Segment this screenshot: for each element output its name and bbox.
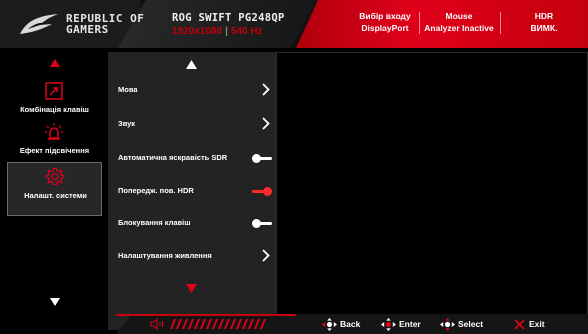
mouse-analyzer-status: Mouse Analyzer Inactive: [414, 10, 504, 34]
sidebar-down-arrow-icon[interactable]: [50, 298, 60, 306]
sidebar-item-label: Налашт. системи: [24, 191, 87, 200]
hdr-status: HDR ВИМК.: [516, 10, 572, 34]
enter-control[interactable]: Enter: [381, 318, 421, 333]
joystick-left-icon: [322, 318, 337, 331]
settings-menu: Мова Звук Автоматична яскравість SDR Поп…: [108, 52, 276, 330]
menu-item-label: Попередж. пов. HDR: [118, 186, 194, 195]
auto-sdr-brightness-toggle[interactable]: [252, 154, 272, 163]
menu-item-power-settings[interactable]: Налаштування живлення: [114, 244, 274, 268]
menu-item-sound[interactable]: Звук: [114, 112, 274, 136]
exit-control[interactable]: Exit: [513, 318, 545, 333]
sidebar-item-label: Комбінація клавіш: [20, 105, 89, 114]
chevron-right-icon: [262, 117, 270, 130]
key-lock-toggle[interactable]: [252, 219, 272, 228]
model-area: [118, 0, 318, 48]
hdr-warning-toggle[interactable]: [252, 187, 272, 196]
enter-label: Enter: [399, 319, 421, 329]
menu-item-auto-sdr-brightness[interactable]: Автоматична яскравість SDR: [114, 146, 274, 170]
mouse-value: Analyzer Inactive: [424, 23, 494, 33]
hdr-value: ВИМК.: [530, 23, 558, 33]
osd-header: REPUBLIC OF GAMERS ROG SWIFT PG248QP 192…: [0, 0, 588, 48]
refresh-rate-value: 540 Hz: [230, 26, 263, 37]
volume-level-indicator-icon: [150, 318, 266, 330]
menu-item-key-lock[interactable]: Блокування клавіш: [114, 211, 274, 235]
osd-footer: Back Enter Select Exit: [0, 314, 588, 334]
toggle-knob: [252, 154, 261, 163]
sidebar-up-arrow-icon[interactable]: [50, 59, 60, 67]
monitor-model: ROG SWIFT PG248QP: [172, 12, 285, 24]
input-select-value: DisplayPort: [361, 23, 409, 33]
menu-item-label: Мова: [118, 85, 138, 94]
submenu-panel: [276, 52, 588, 330]
hdr-label: HDR: [534, 11, 554, 21]
back-control[interactable]: Back: [322, 318, 360, 333]
select-control[interactable]: Select: [440, 318, 483, 333]
header-divider: [500, 12, 501, 34]
brand-text: REPUBLIC OF GAMERS: [66, 13, 144, 35]
sidebar-item-label: Ефект підсвічення: [19, 146, 90, 155]
footer-accent-line: [116, 314, 296, 316]
chevron-right-icon: [262, 83, 270, 96]
select-label: Select: [458, 319, 484, 329]
input-select-status: Вибір входу DisplayPort: [345, 10, 425, 34]
brand-line-2: GAMERS: [66, 23, 109, 36]
menu-item-label: Звук: [118, 119, 136, 128]
joystick-press-icon: [381, 318, 396, 331]
resolution-readout: 1920x1080 | 540 Hz: [172, 26, 263, 37]
resolution-separator: |: [225, 26, 228, 37]
sidebar-item-system-settings[interactable]: Налашт. системи: [7, 162, 102, 216]
menu-item-label: Налаштування живлення: [118, 251, 212, 260]
chevron-right-icon: [262, 249, 270, 262]
menu-item-language[interactable]: Мова: [114, 78, 274, 102]
menu-item-label: Автоматична яскравість SDR: [118, 153, 228, 162]
toggle-knob: [263, 187, 272, 196]
back-label: Back: [340, 319, 361, 329]
toggle-knob: [252, 219, 261, 228]
close-x-icon: [514, 319, 525, 330]
mouse-label: Mouse: [445, 11, 473, 21]
system-settings-gear-icon: [45, 167, 65, 186]
light-effect-icon: [45, 123, 63, 140]
shortcut-icon: [45, 82, 63, 100]
menu-item-label: Блокування клавіш: [118, 218, 191, 227]
joystick-up-down-icon: [440, 318, 455, 331]
resolution-value: 1920x1080: [172, 26, 223, 37]
exit-label: Exit: [529, 319, 545, 329]
rog-eye-logo-icon: [20, 14, 58, 34]
category-sidebar: Комбінація клавіш Ефект підсвічення Нала…: [7, 52, 102, 330]
input-select-label: Вибір входу: [359, 11, 411, 21]
menu-up-arrow-icon[interactable]: [186, 60, 197, 69]
menu-item-hdr-warning[interactable]: Попередж. пов. HDR: [114, 179, 274, 203]
menu-down-arrow-icon[interactable]: [186, 284, 197, 293]
